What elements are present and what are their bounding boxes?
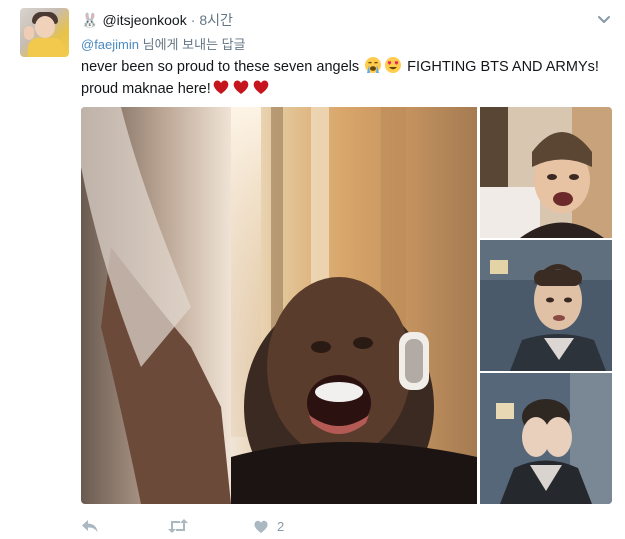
- heart-eyes-icon: [385, 57, 402, 73]
- red-heart-icon: [213, 80, 229, 94]
- separator-dot: ·: [190, 12, 196, 28]
- reply-context: @faejimin 님에게 보내는 답글: [81, 34, 246, 53]
- media-grid: [81, 107, 612, 504]
- timestamp[interactable]: 8시간: [199, 10, 233, 30]
- reply-suffix: 님에게 보내는 답글: [139, 37, 246, 52]
- tweet-header: 🐰 @itsjeonkook · 8시간: [81, 10, 233, 30]
- tweet-text: never been so proud to these seven angel…: [81, 56, 621, 100]
- avatar-hand: [24, 26, 34, 40]
- tweet-actions: 2: [81, 516, 284, 536]
- tweet-text-part3: proud maknae here!: [81, 81, 211, 97]
- chevron-down-icon[interactable]: [597, 12, 611, 26]
- tweet-text-line1: never been so proud to these seven angel…: [81, 56, 621, 78]
- heart-icon: [254, 520, 268, 533]
- media-photo-face-in-hands[interactable]: [480, 373, 612, 504]
- tweet-text-part2: FIGHTING BTS AND ARMYs!: [403, 59, 599, 75]
- loudly-crying-face-icon: [365, 57, 382, 73]
- like-count: 2: [277, 518, 285, 534]
- user-handle[interactable]: @itsjeonkook: [102, 12, 186, 28]
- reply-button[interactable]: [81, 516, 167, 536]
- retweet-icon: [168, 519, 188, 533]
- avatar-face: [35, 16, 55, 38]
- avatar-shirt: [28, 38, 64, 57]
- media-photo-crying-beanie[interactable]: [480, 107, 612, 238]
- reply-icon: [82, 520, 98, 532]
- media-photo-main[interactable]: [81, 107, 477, 504]
- rabbit-icon: 🐰: [81, 12, 99, 28]
- tweet-card: 🐰 @itsjeonkook · 8시간 @faejimin 님에게 보내는 답…: [0, 0, 625, 539]
- tweet-text-part1: never been so proud to these seven angel…: [81, 59, 364, 75]
- red-heart-icon: [253, 80, 269, 94]
- reply-mention-link[interactable]: @faejimin: [81, 37, 139, 52]
- retweet-button[interactable]: [167, 516, 253, 536]
- like-button[interactable]: 2: [253, 516, 284, 536]
- red-heart-icon: [233, 80, 249, 94]
- tweet-text-line2: proud maknae here!: [81, 78, 621, 100]
- avatar[interactable]: [20, 8, 69, 57]
- media-photo-crying-man[interactable]: [480, 240, 612, 371]
